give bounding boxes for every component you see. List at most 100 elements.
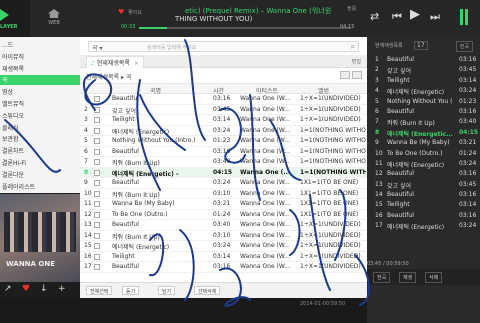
row-checkbox[interactable] [94, 180, 100, 186]
list-view-icon[interactable] [340, 71, 350, 79]
queue-item[interactable]: 8 에너제틱 (Energetic... 04:15 [367, 128, 480, 138]
sidebar-item[interactable]: 재생목록 [2, 64, 24, 73]
table-row[interactable]: 17 Beautiful 03:16 Wanna One (W... 1÷X=1(UND… [80, 262, 367, 273]
album-thumbnail[interactable]: WANNA ONE [0, 194, 80, 282]
sidebar-item[interactable]: 클래식 [2, 123, 19, 132]
sidebar-item[interactable]: 스튜디오 [2, 111, 24, 120]
row-checkbox[interactable] [94, 169, 100, 176]
search-icon[interactable]: ⌕ [351, 42, 355, 52]
player-logo[interactable]: LAYER [0, 0, 30, 37]
table-row[interactable]: 10 켜줘 (Burn It Up) 03:10 Wanna One (W... 1X1… [80, 189, 367, 199]
row-checkbox[interactable] [94, 243, 100, 249]
cell-album: 1=1(NOTHING WITHOUT [300, 147, 366, 155]
sidebar-item[interactable]: 보관함 [2, 134, 19, 143]
table-row[interactable]: 14 켜줘 (Burn It Up) 03:10 Wanna One (W... 1÷X… [80, 231, 367, 241]
row-checkbox[interactable] [94, 106, 100, 113]
queue-item[interactable]: 1 Beautiful 03:16 [367, 55, 480, 65]
row-checkbox[interactable] [94, 222, 100, 228]
sidebar-item[interactable]: 영상 [2, 87, 13, 96]
table-row[interactable]: 9 Beautiful 03:24 Wanna One (W... 1X1=1(TO B… [80, 178, 367, 189]
row-checkbox[interactable] [94, 96, 100, 102]
row-checkbox[interactable] [94, 148, 100, 155]
queue-item[interactable]: 2 갖고 싶어 03:45 [367, 65, 480, 75]
table-row[interactable]: 3 Twilight 03:14 Wanna One (W... 1÷X=1(UNDIV… [80, 115, 367, 126]
queue-item[interactable]: 16 Beautiful 03:16 [367, 211, 480, 221]
heart-icon[interactable]: ♥ [118, 8, 124, 16]
table-row[interactable]: 6 Beautiful 03:16 Wanna One (W... 1=1(NOTHIN… [80, 147, 367, 157]
queue-item-number: 4 [375, 87, 379, 95]
table-row[interactable]: 2 갖고 싶어 03:45 Wanna One (W... 1÷X=1(UNDIVIDE… [80, 105, 367, 115]
sidebar-item[interactable]: 결론차트 [2, 146, 24, 155]
queue-button[interactable]: 전곡 [373, 272, 391, 283]
sidebar-item[interactable]: 플레이리스트 [2, 182, 35, 191]
toolbar-button[interactable]: 듣기 [122, 286, 140, 295]
web-button[interactable]: WEB [44, 9, 64, 26]
queue-item[interactable]: 3 Twilight 03:14 [367, 76, 480, 86]
edit-button[interactable]: 편집 [352, 58, 361, 65]
tab-current-playlist[interactable]: ♪ 현재재생목록 × [86, 56, 144, 68]
search-input[interactable]: 검색어를 입력해 주세요 [147, 44, 196, 51]
queue-item[interactable]: 11 에너제틱 (Energetic) 03:24 [367, 159, 480, 169]
cell-artist: Wanna One (W... [240, 137, 290, 144]
queue-item[interactable]: 4 에너제틱 (Energetic) 03:24 [367, 86, 480, 96]
table-row[interactable]: 12 To Be One (Outro.) 01:24 Wanna One (W...… [80, 210, 367, 220]
sidebar-item[interactable]: ...드 [2, 40, 13, 49]
like-icon[interactable]: ♥ [22, 284, 30, 294]
table-row[interactable]: 1 Beautiful 03:16 Wanna One (W... 1÷X=1(UNDI… [80, 94, 367, 105]
queue-item[interactable]: 12 Beautiful 03:16 [367, 169, 480, 179]
queue-item[interactable]: 5 Nothing Without You (In... 01:23 [367, 97, 480, 107]
queue-button[interactable]: 재생 [399, 272, 417, 283]
likes-label: 좋아요 [128, 10, 142, 16]
queue-item[interactable]: 13 갖고 싶어 03:45 [367, 180, 480, 190]
toolbar-button[interactable]: 선택삭제 [194, 286, 221, 295]
row-checkbox[interactable] [94, 232, 100, 239]
queue-button[interactable]: 삭제 [425, 272, 443, 283]
table-row[interactable]: 8 에너제틱 (Energetic) - 04:15 Wanna One (... 1=… [80, 167, 367, 178]
row-checkbox[interactable] [94, 253, 100, 260]
table-row[interactable]: 5 Nothing Without You (Intro.) 01:23 Wanna … [80, 136, 367, 147]
play-icon[interactable]: ▶ [410, 7, 420, 22]
queue-item[interactable]: 9 Wanna Be (My Baby) 03:21 [367, 138, 480, 148]
row-checkbox[interactable] [94, 159, 100, 165]
repeat-icon[interactable]: ⇄ [370, 10, 379, 23]
sidebar-item[interactable]: 결론다운 [2, 170, 24, 179]
search-bar[interactable]: 곡 ▾ 검색어를 입력해 주세요 ⌕ [88, 41, 359, 52]
toolbar-button[interactable]: 전체선택 [86, 286, 113, 295]
prev-icon[interactable]: ⏮ [392, 10, 402, 24]
table-row[interactable]: 13 Beautiful 03:40 Wanna One (W... 1÷X=1(UND… [80, 220, 367, 231]
queue-item[interactable]: 14 Beautiful 03:16 [367, 190, 480, 200]
next-icon[interactable]: ⏭ [430, 10, 440, 24]
queue-item[interactable]: 7 켜줘 (Burn It Up) 03:40 [367, 117, 480, 127]
row-checkbox[interactable] [94, 201, 100, 207]
queue-item[interactable]: 17 에너제틱 (Energetic) 03:24 [367, 221, 480, 231]
queue-item[interactable]: 15 Twilight 03:14 [367, 200, 480, 210]
download-icon[interactable]: ↓ [40, 284, 48, 294]
search-scope[interactable]: 곡 ▾ [92, 43, 102, 52]
row-checkbox[interactable] [94, 127, 100, 134]
close-tab-icon[interactable]: × [134, 60, 139, 67]
sidebar-item[interactable]: 벨트뮤직 [2, 99, 24, 108]
queue-item-number: 17 [375, 222, 383, 230]
sidebar-item[interactable]: 결론Hi-Fi [2, 158, 26, 167]
toolbar-button[interactable]: 담기 [158, 286, 176, 295]
row-checkbox[interactable] [94, 211, 100, 218]
table-row[interactable]: 4 에너제틱 (Energetic) 03:24 Wanna One (W... 1=1… [80, 126, 367, 136]
pause-icon[interactable] [460, 9, 468, 25]
add-icon[interactable]: + [58, 284, 66, 294]
row-checkbox[interactable] [94, 117, 100, 123]
row-checkbox[interactable] [94, 138, 100, 144]
queue-mode[interactable]: 전곡 [455, 41, 473, 52]
share-icon[interactable]: ↗ [4, 284, 12, 294]
row-checkbox[interactable] [94, 190, 100, 197]
table-row[interactable]: 7 켜줘 (Burn It Up) 03:40 Wanna One (W... 1=1(… [80, 157, 367, 168]
grid-view-icon[interactable] [352, 71, 362, 79]
table-row[interactable]: 11 Wanna Be (My Baby) 03:21 Wanna One (W...… [80, 199, 367, 210]
sidebar-item[interactable]: 아이뮤직 [2, 52, 24, 61]
queue-item[interactable]: 10 To Be One (Outro.) 01:24 [367, 149, 480, 159]
table-row[interactable]: 15 에너제틱 (Energetic) 03:24 Wanna One (W... 1÷… [80, 241, 367, 252]
sidebar-item[interactable]: 곡 [0, 75, 80, 86]
row-checkbox[interactable] [94, 264, 100, 270]
queue-item[interactable]: 6 Beautiful 03:16 [367, 107, 480, 117]
progress-bar[interactable] [139, 27, 351, 29]
table-row[interactable]: 16 Twilight 03:14 Wanna One (W... 1÷X=1(UNDI… [80, 252, 367, 262]
